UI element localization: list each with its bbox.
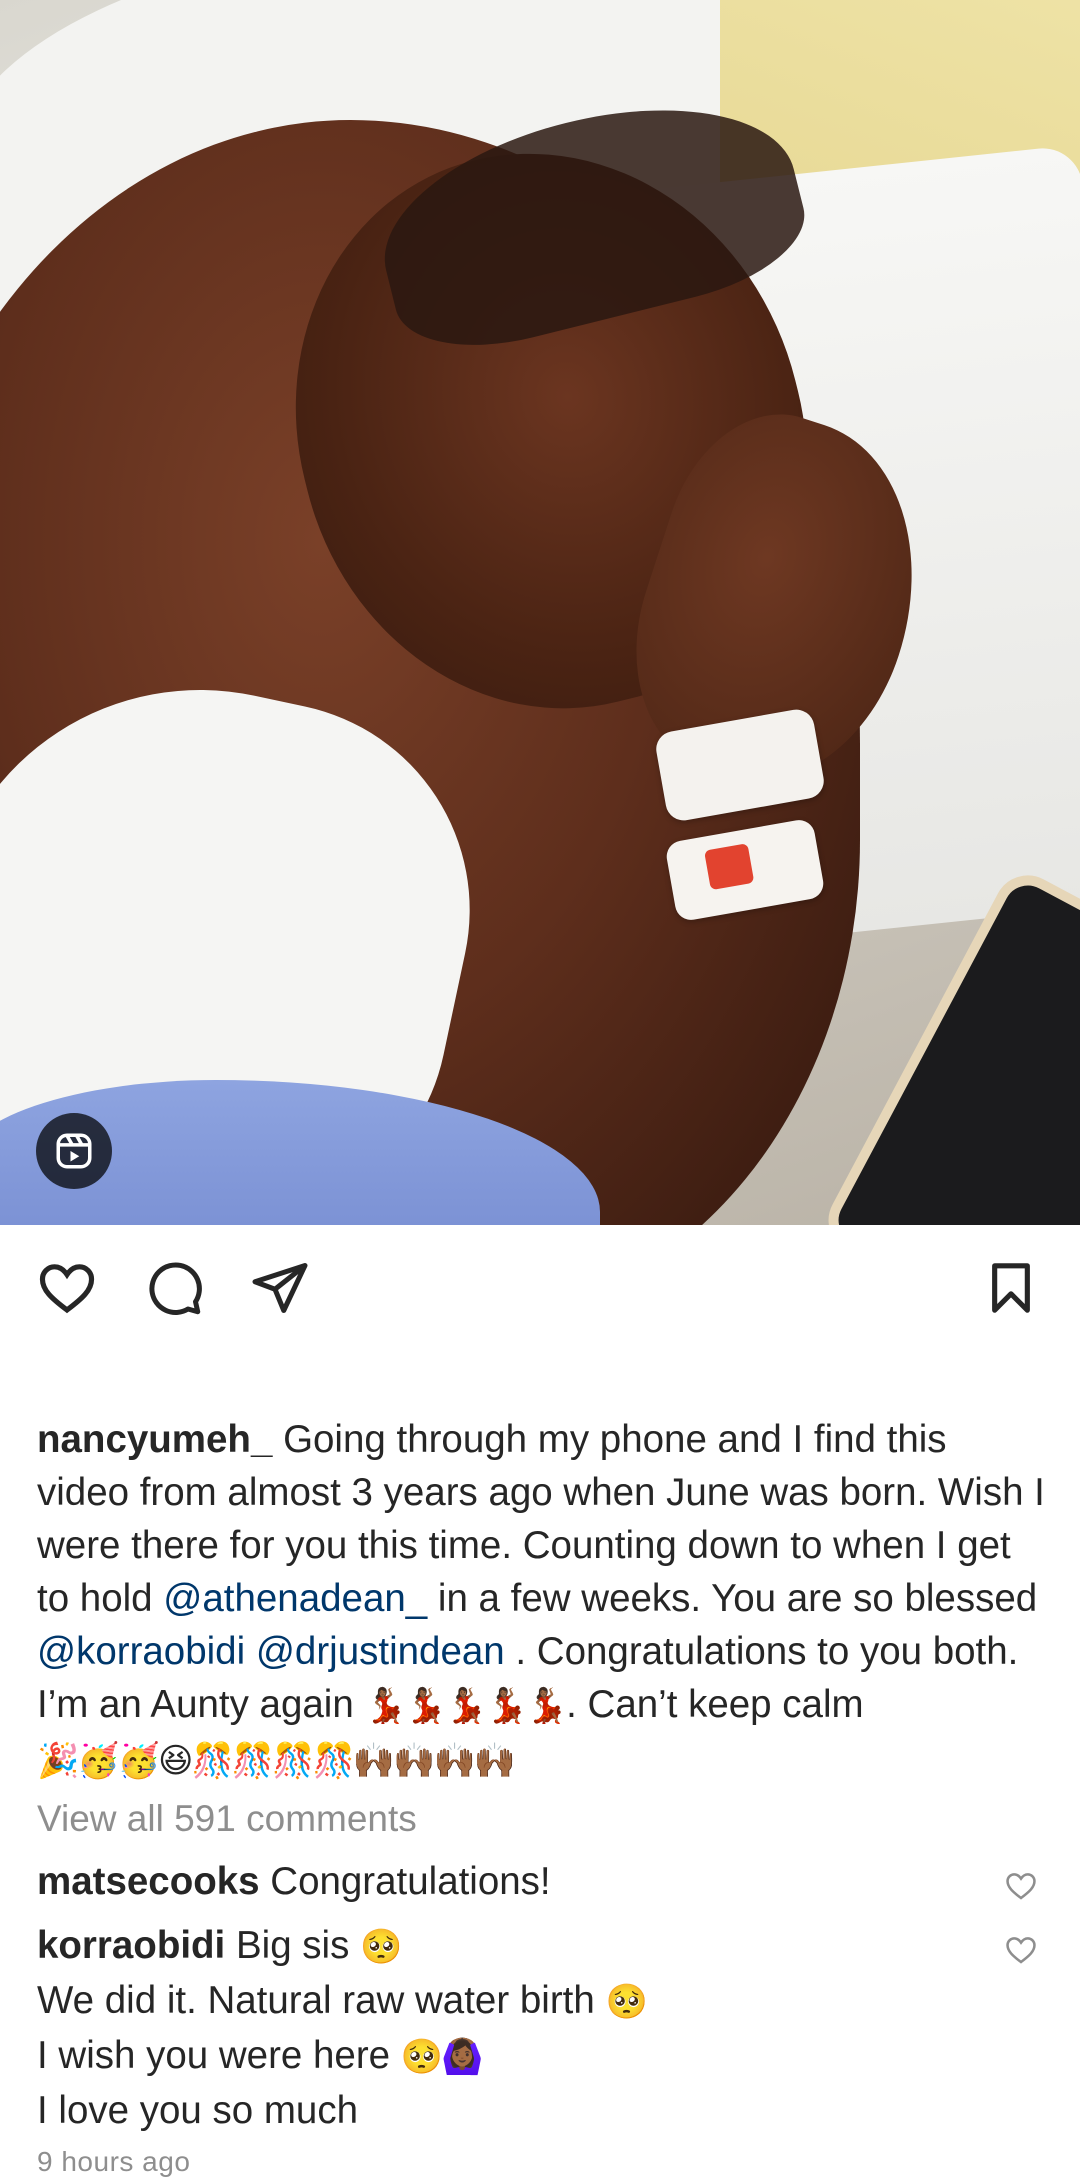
post-media-video[interactable] (0, 0, 1080, 1225)
comment-item: korraobidi Big sis 🥺 We did it. Natural … (37, 1919, 977, 2137)
comment-text: Congratulations! (259, 1860, 551, 1903)
comment-like-button[interactable] (1004, 1933, 1040, 1969)
party-emojis: 🎉🥳🥳😆🎊🎊🎊🎊🙌🏾🙌🏾🙌🏾🙌🏾 (37, 1741, 516, 1781)
post-actions-bar (0, 1225, 1080, 1345)
comment-bubble-icon (149, 1262, 202, 1315)
mention-korraobidi[interactable]: @korraobidi (37, 1630, 245, 1673)
post-caption: nancyumeh_ Going through my phone and I … (37, 1413, 1047, 1788)
pleading-emoji: 🥺 (605, 1982, 647, 2022)
comment-text: I love you so much (37, 2089, 358, 2132)
mention-athenadean[interactable]: @athenadean_ (163, 1577, 427, 1620)
like-button[interactable] (34, 1255, 100, 1321)
bookmark-icon (992, 1263, 1030, 1313)
comment-text: I wish you were here (37, 2034, 401, 2077)
view-all-comments-link[interactable]: View all 591 comments (37, 1798, 417, 1840)
comment-username[interactable]: matsecooks (37, 1860, 260, 1903)
heart-icon (1006, 1873, 1036, 1900)
comment-text: We did it. Natural raw water birth (37, 1979, 606, 2022)
caption-username[interactable]: nancyumeh_ (37, 1418, 272, 1461)
comment-button[interactable] (141, 1255, 207, 1321)
save-button[interactable] (978, 1255, 1044, 1321)
mention-drjustindean[interactable]: @drjustindean (256, 1630, 505, 1673)
comment-item: matsecooks Congratulations! (37, 1855, 977, 1908)
caption-text: . Can’t keep calm (566, 1683, 864, 1726)
comment-like-button[interactable] (1004, 1869, 1040, 1905)
heart-icon (1006, 1937, 1036, 1964)
heart-icon (39, 1264, 95, 1314)
comment-text: Big sis (225, 1924, 361, 1967)
share-button[interactable] (247, 1255, 313, 1321)
paper-plane-icon (252, 1263, 308, 1313)
dancer-emojis: 💃🏾💃🏾💃🏾💃🏾💃🏾 (364, 1686, 568, 1726)
comment-username[interactable]: korraobidi (37, 1924, 225, 1967)
pleading-emoji: 🥺 (360, 1927, 402, 1967)
caption-text: in a few weeks. You are so blessed (427, 1577, 1038, 1620)
post-timestamp: 9 hours ago (37, 2146, 191, 2177)
caption-text (245, 1630, 256, 1673)
reels-icon (36, 1113, 112, 1189)
pleading-emojis: 🥺🙆🏾‍♀️ (400, 2037, 484, 2077)
